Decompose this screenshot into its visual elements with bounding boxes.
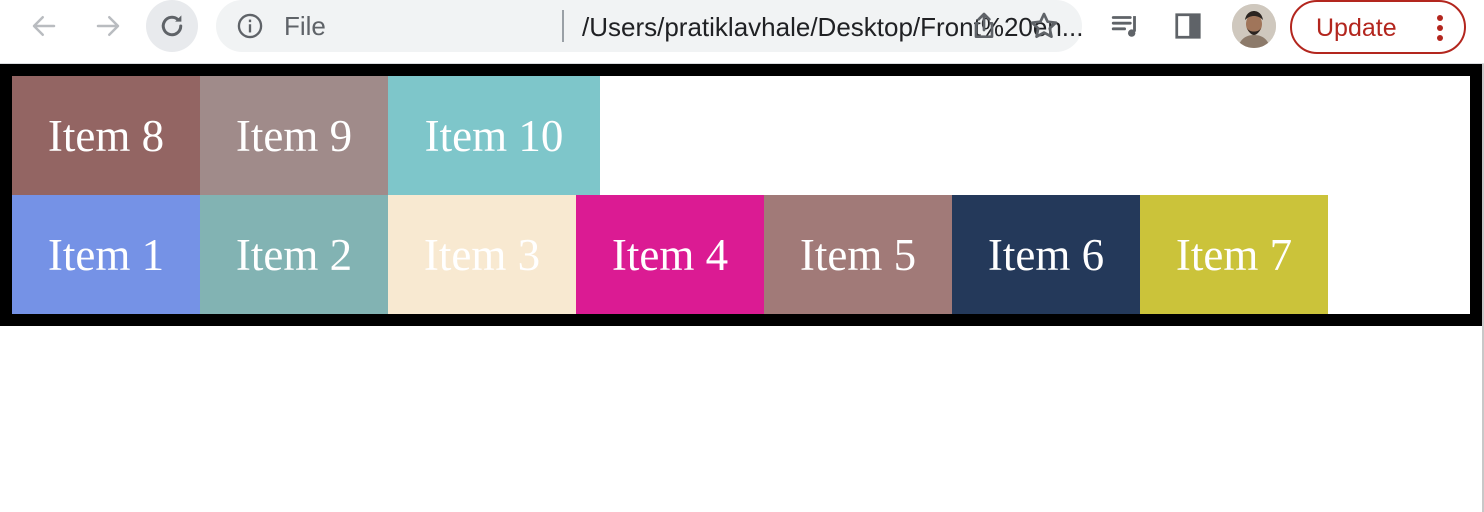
item-label: Item 4 (611, 229, 729, 280)
update-button[interactable]: Update (1290, 0, 1466, 54)
flex-item: Item 6 (952, 195, 1140, 314)
flex-item: Item 7 (1140, 195, 1328, 314)
update-label: Update (1316, 14, 1397, 42)
info-icon[interactable] (236, 12, 264, 40)
flex-item: Item 8 (12, 76, 200, 195)
avatar-image (1232, 4, 1276, 48)
reload-icon (161, 15, 183, 37)
item-label: Item 9 (235, 110, 353, 161)
url-text[interactable]: /Users/pratiklavhale/Desktop/Front%20en.… (582, 12, 1162, 42)
item-label: Item 2 (235, 229, 353, 280)
item-label: Item 6 (987, 229, 1105, 280)
item-label: Item 8 (47, 110, 165, 161)
arrow-left-icon (32, 16, 56, 36)
flex-item: Item 3 (388, 195, 576, 314)
omnibox-divider (562, 10, 564, 42)
forward-button[interactable] (82, 0, 134, 52)
flex-item: Item 9 (200, 76, 388, 195)
flex-item: Item 10 (388, 76, 600, 195)
media-queue-icon (1111, 16, 1136, 37)
item-label: Item 3 (423, 229, 541, 280)
share-icon[interactable] (968, 10, 1000, 42)
star-icon[interactable] (1028, 10, 1060, 42)
item-label: Item 7 (1175, 229, 1293, 280)
scheme-label: File (284, 11, 326, 41)
browser-toolbar: File /Users/pratiklavhale/Desktop/Front%… (0, 0, 1484, 64)
side-panel-icon (1175, 13, 1201, 39)
media-queue-button[interactable] (1100, 0, 1152, 52)
back-button[interactable] (18, 0, 70, 52)
address-bar[interactable]: File /Users/pratiklavhale/Desktop/Front%… (216, 0, 1083, 52)
item-label: Item 1 (47, 229, 165, 280)
flex-item: Item 4 (576, 195, 764, 314)
flex-item: Item 1 (12, 195, 200, 314)
item-label: Item 10 (424, 110, 564, 161)
more-vertical-icon[interactable] (1430, 12, 1450, 44)
arrow-right-icon (96, 16, 120, 36)
side-panel-button[interactable] (1162, 0, 1214, 52)
profile-avatar[interactable] (1232, 4, 1276, 48)
flex-item: Item 5 (764, 195, 952, 314)
flex-container: Item 8 Item 9 Item 10 Item 1 Item 2 Item… (0, 64, 1482, 326)
reload-button[interactable] (146, 0, 198, 52)
item-label: Item 5 (799, 229, 917, 280)
flex-item: Item 2 (200, 195, 388, 314)
